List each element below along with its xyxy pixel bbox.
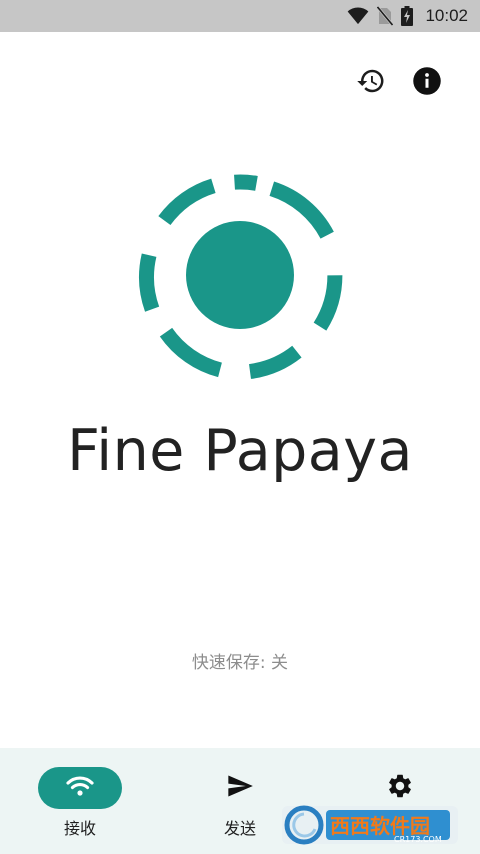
info-icon [412, 66, 442, 100]
watermark-text-2: CR173.COM [394, 835, 442, 844]
quick-save-status[interactable]: 快速保存: 关 [0, 648, 480, 673]
gear-icon [386, 772, 414, 804]
history-button[interactable] [354, 66, 388, 100]
nav-active-indicator [38, 767, 122, 809]
main-screen: 10:02 Fine Papaya 快速保存: 关 接收 发送 西西软件园 CR… [0, 0, 480, 854]
status-time: 10:02 [425, 6, 468, 25]
top-actions [354, 66, 444, 100]
history-icon [356, 66, 386, 100]
wifi-signal-icon [347, 7, 369, 25]
no-sim-icon [377, 6, 394, 26]
info-button[interactable] [410, 66, 444, 100]
app-name: Fine Papaya [67, 418, 413, 484]
nav-item-receive[interactable]: 接收 [0, 748, 160, 854]
send-icon [225, 772, 255, 804]
battery-charging-icon [401, 6, 414, 26]
site-watermark-logo: 西西软件园 CR173.COM [282, 802, 462, 846]
status-bar: 10:02 [0, 0, 480, 32]
app-logo [135, 172, 345, 382]
nav-label-receive: 接收 [63, 819, 96, 838]
wifi-icon [66, 774, 94, 802]
